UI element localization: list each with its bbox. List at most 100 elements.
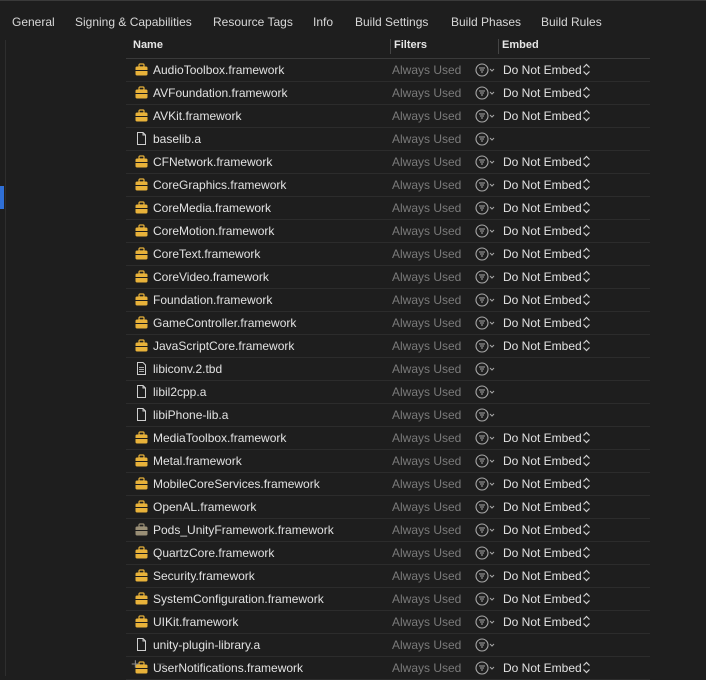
filter-menu-icon[interactable] [475,224,497,238]
embed-select[interactable]: Do Not Embed [503,155,582,169]
tab-info[interactable]: Info [306,13,340,32]
filter-menu-icon[interactable] [475,661,497,675]
tab-build-settings[interactable]: Build Settings [348,13,435,32]
filter-menu-icon[interactable] [475,569,497,583]
embed-select[interactable]: Do Not Embed [503,224,582,238]
table-row[interactable]: MediaToolbox.framework Always Used Do Not … [126,427,650,450]
table-row[interactable]: CoreMedia.framework Always Used Do Not Emb… [126,197,650,220]
table-row[interactable]: AVKit.framework Always Used Do Not Embed [126,105,650,128]
embed-select[interactable]: Do Not Embed [503,500,582,514]
tab-resource-tags[interactable]: Resource Tags [206,13,300,32]
tab-signing-capabilities[interactable]: Signing & Capabilities [68,13,199,32]
filter-menu-icon[interactable] [475,155,497,169]
filter-menu-icon[interactable] [475,201,497,215]
tab-build-phases[interactable]: Build Phases [444,13,528,32]
table-row[interactable]: Foundation.framework Always Used Do Not Em… [126,289,650,312]
tab-build-rules[interactable]: Build Rules [534,13,609,32]
embed-select[interactable]: Do Not Embed [503,477,582,491]
embed-select[interactable]: Do Not Embed [503,293,582,307]
column-header-filters[interactable]: Filters [394,39,427,51]
filter-label: Always Used [392,592,462,606]
add-button[interactable]: + [131,657,147,673]
embed-select[interactable]: Do Not Embed [503,63,582,77]
chevron-updown-icon [582,86,591,99]
table-row[interactable]: libiPhone-lib.a Always Used [126,404,650,427]
filter-menu-icon[interactable] [475,431,497,445]
table-row[interactable]: QuartzCore.framework Always Used Do Not Em… [126,542,650,565]
filter-menu-icon[interactable] [475,500,497,514]
table-row[interactable]: SystemConfiguration.framework Always Used… [126,588,650,611]
table-row[interactable]: JavaScriptCore.framework Always Used Do No… [126,335,650,358]
filter-menu-icon[interactable] [475,293,497,307]
table-row[interactable]: CoreVideo.framework Always Used Do Not Emb… [126,266,650,289]
filter-menu-icon[interactable] [475,385,497,399]
embed-select[interactable]: Do Not Embed [503,178,582,192]
filter-menu-icon[interactable] [475,132,497,146]
filter-menu-icon[interactable] [475,247,497,261]
sidebar-divider [5,40,6,676]
embed-select[interactable]: Do Not Embed [503,546,582,560]
filter-menu-icon[interactable] [475,546,497,560]
table-row[interactable]: Pods_UnityFramework.framework Always Used… [126,519,650,542]
table-row[interactable]: libiconv.2.tbd Always Used [126,358,650,381]
table-row[interactable]: baselib.a Always Used [126,128,650,151]
embed-select[interactable]: Do Not Embed [503,592,582,606]
embed-select[interactable]: Do Not Embed [503,454,582,468]
embed-select[interactable]: Do Not Embed [503,201,582,215]
column-header-name[interactable]: Name [133,39,163,51]
table-row[interactable]: CoreText.framework Always Used Do Not Embe… [126,243,650,266]
table-row[interactable]: libil2cpp.a Always Used [126,381,650,404]
chevron-updown-icon [582,477,591,490]
embed-select[interactable]: Do Not Embed [503,247,582,261]
table-row[interactable]: AVFoundation.framework Always Used Do Not … [126,82,650,105]
table-row[interactable]: OpenAL.framework Always Used Do Not Embed [126,496,650,519]
framework-icon [135,339,148,352]
table-row[interactable]: unity-plugin-library.a Always Used [126,634,650,657]
filter-menu-icon[interactable] [475,178,497,192]
filter-menu-icon[interactable] [475,109,497,123]
filter-label: Always Used [392,132,462,146]
filter-menu-icon[interactable] [475,86,497,100]
embed-select[interactable]: Do Not Embed [503,523,582,537]
table-row[interactable]: AudioToolbox.framework Always Used Do Not … [126,59,650,82]
filter-menu-icon[interactable] [475,592,497,606]
table-row[interactable]: Security.framework Always Used Do Not Embe… [126,565,650,588]
remove-button[interactable]: − [156,657,172,673]
filter-menu-icon[interactable] [475,362,497,376]
embed-select[interactable]: Do Not Embed [503,316,582,330]
table-row[interactable]: UIKit.framework Always Used Do Not Embed [126,611,650,634]
library-name: UserNotifications.framework [153,661,304,675]
framework-icon [135,247,148,260]
filter-menu-icon[interactable] [475,454,497,468]
table-row[interactable]: Metal.framework Always Used Do Not Embed [126,450,650,473]
embed-select[interactable]: Do Not Embed [503,339,582,353]
table-row[interactable]: GameController.framework Always Used Do No… [126,312,650,335]
table-row[interactable]: CoreMotion.framework Always Used Do Not Em… [126,220,650,243]
column-separator[interactable] [498,39,499,54]
filter-menu-icon[interactable] [475,339,497,353]
table-row[interactable]: CoreGraphics.framework Always Used Do Not … [126,174,650,197]
tab-general[interactable]: General [5,13,62,32]
filter-menu-icon[interactable] [475,638,497,652]
embed-select[interactable]: Do Not Embed [503,109,582,123]
column-header-embed[interactable]: Embed [502,39,539,51]
embed-select[interactable]: Do Not Embed [503,661,582,675]
library-name: MediaToolbox.framework [153,431,287,445]
table-row[interactable]: UserNotifications.framework Always Used Do… [126,657,650,680]
embed-select[interactable]: Do Not Embed [503,615,582,629]
filter-menu-icon[interactable] [475,615,497,629]
filter-menu-icon[interactable] [475,477,497,491]
filter-menu-icon[interactable] [475,408,497,422]
filter-menu-icon[interactable] [475,63,497,77]
table-row[interactable]: CFNetwork.framework Always Used Do Not Emb… [126,151,650,174]
embed-select[interactable]: Do Not Embed [503,86,582,100]
filter-menu-icon[interactable] [475,523,497,537]
embed-select[interactable]: Do Not Embed [503,569,582,583]
framework-icon [135,477,148,490]
embed-select[interactable]: Do Not Embed [503,270,582,284]
filter-menu-icon[interactable] [475,316,497,330]
table-row[interactable]: MobileCoreServices.framework Always Used D… [126,473,650,496]
embed-select[interactable]: Do Not Embed [503,431,582,445]
filter-menu-icon[interactable] [475,270,497,284]
column-separator[interactable] [390,39,391,54]
